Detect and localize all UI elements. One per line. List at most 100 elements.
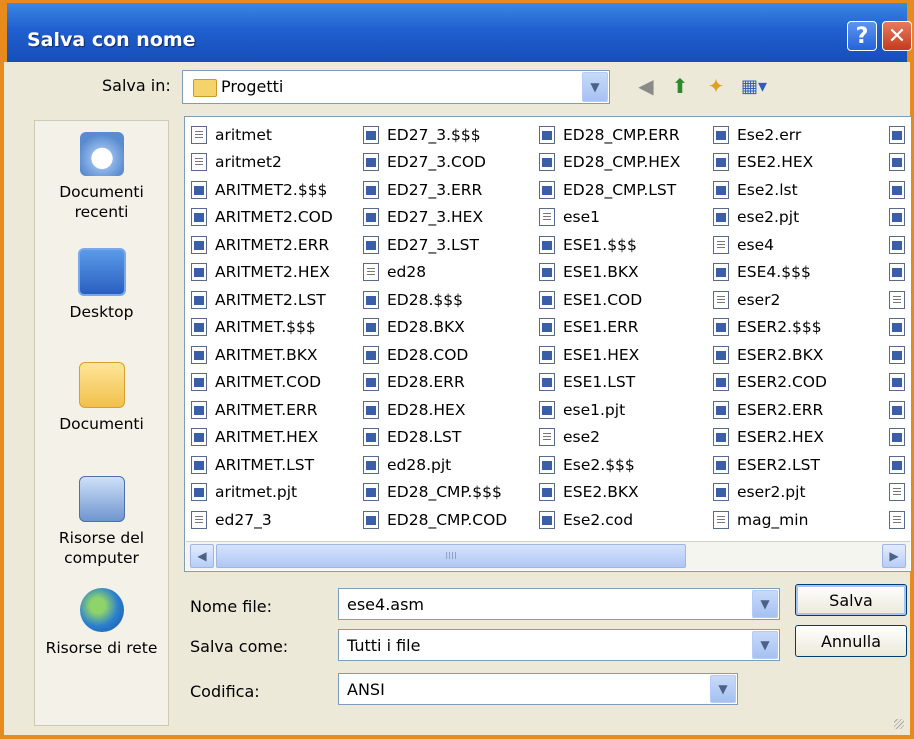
file-item[interactable]: ESER2.HEX (713, 424, 827, 452)
file-item[interactable]: ESER2.LST (713, 451, 827, 479)
file-item[interactable]: ED28.COD (363, 341, 507, 369)
encoding-dropdown[interactable]: ANSI ▼ (338, 673, 738, 705)
scroll-thumb[interactable]: IIII (216, 544, 686, 568)
file-item[interactable]: ese4 (713, 231, 827, 259)
file-item-partial[interactable] (889, 341, 911, 369)
close-button[interactable]: ✕ (882, 21, 912, 51)
file-item[interactable]: ESER2.$$$ (713, 314, 827, 342)
back-icon[interactable]: ◀ (632, 72, 660, 100)
file-list[interactable]: aritmet aritmet2 ARITMET2.$$$ ARITMET2.COD A… (184, 116, 912, 572)
place-desktop[interactable]: Desktop (34, 248, 169, 322)
save-button[interactable]: Salva (795, 584, 907, 616)
file-item[interactable]: ARITMET2.COD (191, 204, 333, 232)
file-item[interactable]: ED28.BKX (363, 314, 507, 342)
file-item[interactable]: ED28_CMP.LST (539, 176, 680, 204)
file-item[interactable]: eser2 (713, 286, 827, 314)
cancel-button[interactable]: Annulla (795, 625, 907, 657)
file-item[interactable]: ESER2.BKX (713, 341, 827, 369)
file-item[interactable]: ESE1.LST (539, 369, 680, 397)
help-button[interactable]: ? (847, 21, 877, 51)
file-item-partial[interactable] (889, 176, 911, 204)
file-item-partial[interactable] (889, 259, 911, 287)
file-item[interactable]: aritmet.pjt (191, 479, 333, 507)
file-item[interactable]: ARITMET2.LST (191, 286, 333, 314)
file-item-partial[interactable] (889, 314, 911, 342)
file-item[interactable]: ED28.LST (363, 424, 507, 452)
file-item[interactable]: Ese2.lst (713, 176, 827, 204)
file-item[interactable]: ED27_3.ERR (363, 176, 507, 204)
file-item-partial[interactable] (889, 204, 911, 232)
file-item[interactable]: ESE1.ERR (539, 314, 680, 342)
file-item[interactable]: ARITMET2.ERR (191, 231, 333, 259)
file-item[interactable]: Ese2.err (713, 121, 827, 149)
file-item[interactable]: ESE1.COD (539, 286, 680, 314)
file-item[interactable]: ARITMET.COD (191, 369, 333, 397)
file-item-partial[interactable] (889, 424, 911, 452)
file-item[interactable]: ED27_3.HEX (363, 204, 507, 232)
file-item-partial[interactable] (889, 479, 911, 507)
file-item[interactable]: ARITMET.$$$ (191, 314, 333, 342)
file-item-partial[interactable] (889, 369, 911, 397)
place-network[interactable]: Risorse di rete (34, 588, 169, 658)
file-item[interactable]: ARITMET2.$$$ (191, 176, 333, 204)
filename-input[interactable]: ese4.asm ▼ (338, 588, 780, 620)
file-item[interactable]: ESE1.BKX (539, 259, 680, 287)
file-item[interactable]: ED27_3.$$$ (363, 121, 507, 149)
file-item[interactable]: eser2.pjt (713, 479, 827, 507)
file-item[interactable]: ARITMET.BKX (191, 341, 333, 369)
file-item[interactable]: ed28 (363, 259, 507, 287)
file-item[interactable]: ed28.pjt (363, 451, 507, 479)
file-item[interactable]: ED28_CMP.HEX (539, 149, 680, 177)
file-item-partial[interactable] (889, 506, 911, 534)
file-item[interactable]: ESE1.HEX (539, 341, 680, 369)
file-item[interactable]: ESER2.ERR (713, 396, 827, 424)
horizontal-scrollbar[interactable]: ◀ IIII ▶ (186, 541, 910, 570)
place-my-computer[interactable]: Risorse del computer (34, 476, 169, 568)
file-item-partial[interactable] (889, 231, 911, 259)
chevron-down-icon[interactable]: ▼ (582, 72, 608, 102)
file-item[interactable]: mag_min (713, 506, 827, 534)
save-in-dropdown[interactable]: Progetti ▼ (182, 70, 610, 104)
file-item[interactable]: ED28.HEX (363, 396, 507, 424)
file-item[interactable]: ESE1.$$$ (539, 231, 680, 259)
chevron-down-icon[interactable]: ▼ (752, 590, 778, 618)
chevron-down-icon[interactable]: ▼ (710, 675, 736, 703)
title-bar[interactable]: Salva con nome ? ✕ (4, 0, 912, 62)
file-item[interactable]: ED28.$$$ (363, 286, 507, 314)
file-item[interactable]: ese2 (539, 424, 680, 452)
file-item[interactable]: ESE4.$$$ (713, 259, 827, 287)
view-menu-icon[interactable]: ▦▾ (740, 72, 768, 100)
file-item[interactable]: ED27_3.COD (363, 149, 507, 177)
file-item[interactable]: ED28.ERR (363, 369, 507, 397)
new-folder-icon[interactable]: ✦ (702, 72, 730, 100)
file-item[interactable]: ARITMET2.HEX (191, 259, 333, 287)
file-item[interactable]: ED28_CMP.ERR (539, 121, 680, 149)
place-documents[interactable]: Documenti (34, 362, 169, 434)
file-item-partial[interactable] (889, 149, 911, 177)
chevron-down-icon[interactable]: ▼ (752, 631, 778, 659)
file-item[interactable]: Ese2.cod (539, 506, 680, 534)
scroll-right-icon[interactable]: ▶ (882, 544, 906, 568)
file-item[interactable]: ED28_CMP.$$$ (363, 479, 507, 507)
file-item[interactable]: ED28_CMP.COD (363, 506, 507, 534)
file-item[interactable]: ESE2.BKX (539, 479, 680, 507)
file-item[interactable]: ED27_3.LST (363, 231, 507, 259)
file-item[interactable]: ese1 (539, 204, 680, 232)
up-folder-icon[interactable]: ⬆ (666, 72, 694, 100)
file-item[interactable]: Ese2.$$$ (539, 451, 680, 479)
file-item[interactable]: ARITMET.HEX (191, 424, 333, 452)
file-item-partial[interactable] (889, 121, 911, 149)
file-item-partial[interactable] (889, 396, 911, 424)
file-item[interactable]: aritmet2 (191, 149, 333, 177)
file-item[interactable]: ARITMET.ERR (191, 396, 333, 424)
file-item-partial[interactable] (889, 286, 911, 314)
file-item[interactable]: ESER2.COD (713, 369, 827, 397)
file-item[interactable]: aritmet (191, 121, 333, 149)
file-item[interactable]: ARITMET.LST (191, 451, 333, 479)
resize-grip[interactable] (894, 719, 904, 729)
file-item[interactable]: ese2.pjt (713, 204, 827, 232)
file-item[interactable]: ese1.pjt (539, 396, 680, 424)
file-item[interactable]: ESE2.HEX (713, 149, 827, 177)
place-recent-documents[interactable]: Documenti recenti (34, 132, 169, 222)
file-item-partial[interactable] (889, 451, 911, 479)
